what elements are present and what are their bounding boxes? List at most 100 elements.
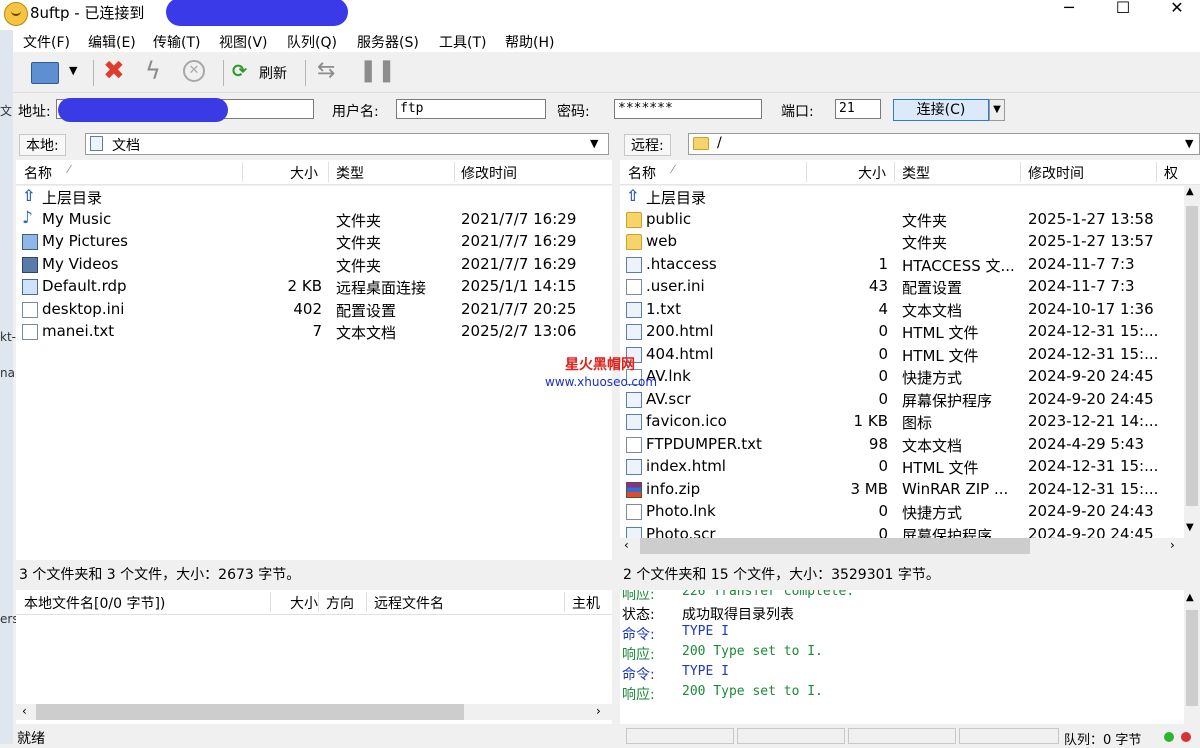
column-separator[interactable]	[318, 592, 319, 612]
remote-file-row[interactable]: 404.html 0 HTML 文件 2024-12-31 15:...	[620, 344, 1184, 366]
close-button[interactable]: ✕	[1154, 0, 1200, 30]
disconnect-icon[interactable]: ✖	[103, 56, 125, 86]
column-separator[interactable]	[1156, 162, 1157, 182]
menu-transfer[interactable]: 传输(T)	[153, 32, 200, 52]
connect-button[interactable]: 连接(C)	[893, 99, 989, 121]
dropdown-arrow-icon[interactable]: ▼	[69, 64, 77, 77]
remote-size: 43	[868, 277, 888, 295]
scroll-thumb[interactable]	[36, 704, 464, 720]
maximize-button[interactable]: ☐	[1100, 0, 1146, 30]
menu-help[interactable]: 帮助(H)	[505, 32, 554, 52]
remote-file-row[interactable]: AV.lnk 0 快捷方式 2024-9-20 24:45	[620, 366, 1184, 388]
column-separator[interactable]	[366, 592, 367, 612]
toolbar: ▼ ✖ ϟ ✕ ⟳ 刷新 ⇆ ❚❚	[13, 54, 1200, 93]
local-col-modified[interactable]: 修改时间	[461, 163, 517, 183]
scroll-up-icon[interactable]: ▲	[1186, 186, 1194, 197]
column-separator[interactable]	[564, 592, 565, 612]
local-file-row[interactable]: My Pictures 文件夹 2021/7/7 16:29	[16, 231, 612, 253]
queue-col-size[interactable]: 大小	[290, 593, 318, 613]
chevron-down-icon[interactable]: ▼	[1185, 137, 1193, 150]
menu-file[interactable]: 文件(F)	[23, 32, 70, 52]
column-separator[interactable]	[454, 162, 455, 182]
refresh-button[interactable]: 刷新	[259, 63, 287, 83]
refresh-icon[interactable]: ⟳	[232, 61, 247, 82]
file-icon	[626, 504, 642, 520]
stop-icon[interactable]: ✕	[183, 60, 205, 82]
remote-col-size[interactable]: 大小	[858, 163, 886, 183]
remote-file-row[interactable]: 1.txt 4 文本文档 2024-10-17 1:36	[620, 299, 1184, 321]
remote-file-row[interactable]: public 文件夹 2025-1-27 13:58	[620, 209, 1184, 231]
local-file-row[interactable]: desktop.ini 402 配置设置 2021/7/7 20:25	[16, 299, 612, 321]
menu-view[interactable]: 视图(V)	[219, 32, 268, 52]
remote-modified: 2024-12-31 15:...	[1028, 457, 1159, 475]
site-manager-icon[interactable]	[31, 62, 59, 84]
remote-file-row[interactable]: favicon.ico 1 KB 图标 2023-12-21 14:...	[620, 411, 1184, 433]
remote-col-name[interactable]: 名称	[628, 163, 656, 183]
remote-file-row[interactable]: AV.scr 0 屏幕保护程序 2024-9-20 24:45	[620, 389, 1184, 411]
local-file-row[interactable]: Default.rdp 2 KB 远程桌面连接 2025/1/1 14:15	[16, 276, 612, 298]
minimize-button[interactable]: ─	[1046, 0, 1092, 30]
scroll-thumb[interactable]	[1186, 610, 1198, 706]
scroll-left-icon[interactable]: ‹	[22, 704, 27, 718]
local-col-name[interactable]: 名称	[24, 163, 52, 183]
remote-file-row[interactable]: web 文件夹 2025-1-27 13:57	[620, 231, 1184, 253]
column-separator[interactable]	[806, 162, 807, 182]
remote-file-row[interactable]: FTPDUMPER.txt 98 文本文档 2024-4-29 5:43	[620, 434, 1184, 456]
remote-path-combo[interactable]: / ▼	[688, 133, 1200, 155]
column-separator[interactable]	[1020, 162, 1021, 182]
menu-server[interactable]: 服务器(S)	[357, 32, 419, 52]
menu-edit[interactable]: 编辑(E)	[88, 32, 136, 52]
sync-icon[interactable]: ⇆	[317, 58, 335, 83]
scroll-left-icon[interactable]: ‹	[624, 538, 629, 552]
remote-file-row[interactable]: Photo.scr 0 屏幕保护程序 2024-9-20 24:45	[620, 524, 1184, 538]
document-icon	[626, 301, 642, 318]
connect-dropdown-icon[interactable]: ▼	[989, 99, 1005, 121]
scroll-thumb[interactable]	[1186, 206, 1198, 506]
column-separator[interactable]	[328, 162, 329, 182]
remote-file-row[interactable]: info.zip 3 MB WinRAR ZIP ... 2024-12-31 15:…	[620, 479, 1184, 501]
column-separator[interactable]	[270, 592, 271, 612]
column-separator[interactable]	[894, 162, 895, 182]
remote-col-type[interactable]: 类型	[902, 163, 930, 183]
remote-file-row[interactable]: 200.html 0 HTML 文件 2024-12-31 15:...	[620, 321, 1184, 343]
local-path-combo[interactable]: 文档 ▼	[85, 133, 609, 155]
remote-file-row[interactable]: index.html 0 HTML 文件 2024-12-31 15:...	[620, 456, 1184, 478]
remote-name: .user.ini	[646, 277, 705, 295]
log-vscrollbar[interactable]: ▲	[1184, 590, 1200, 724]
quick-connect-icon[interactable]: ϟ	[145, 57, 161, 85]
scroll-up-icon[interactable]: ▲	[1186, 592, 1194, 603]
local-col-size[interactable]: 大小	[290, 163, 318, 183]
remote-col-modified[interactable]: 修改时间	[1028, 163, 1084, 183]
strip-text: na	[0, 366, 15, 380]
remote-file-row[interactable]: .htaccess 1 HTACCESS 文... 2024-11-7 7:3	[620, 254, 1184, 276]
password-input[interactable]: *******	[614, 99, 762, 119]
queue-col-direction[interactable]: 方向	[326, 593, 354, 613]
remote-file-row[interactable]: .user.ini 43 配置设置 2024-11-7 7:3	[620, 276, 1184, 298]
menu-tools[interactable]: 工具(T)	[439, 32, 486, 52]
local-file-row[interactable]: My Videos 文件夹 2021/7/7 16:29	[16, 254, 612, 276]
local-size: 402	[293, 299, 322, 318]
local-col-type[interactable]: 类型	[336, 163, 364, 183]
chevron-down-icon[interactable]: ▼	[590, 137, 598, 150]
local-file-row[interactable]: manei.txt 7 文本文档 2025/2/7 13:06	[16, 321, 612, 343]
remote-file-row[interactable]: ⇧ 上层目录	[620, 186, 1184, 208]
local-file-row[interactable]: ⇧ 上层目录	[16, 186, 612, 208]
scroll-thumb[interactable]	[640, 538, 1030, 554]
username-input[interactable]: ftp	[396, 99, 546, 119]
queue-col-remote[interactable]: 远程文件名	[374, 593, 444, 613]
menu-queue[interactable]: 队列(Q)	[287, 32, 337, 52]
scroll-right-icon[interactable]: ›	[596, 704, 601, 718]
log-text: 成功取得目录列表	[682, 607, 794, 623]
remote-vscrollbar[interactable]: ▲ ▼	[1184, 186, 1200, 538]
remote-hscrollbar[interactable]: ‹ ›	[620, 538, 1184, 554]
remote-file-row[interactable]: Photo.lnk 0 快捷方式 2024-9-20 24:43	[620, 501, 1184, 523]
scroll-down-icon[interactable]: ▼	[1186, 522, 1194, 533]
queue-col-host[interactable]: 主机	[572, 593, 600, 613]
queue-col-local[interactable]: 本地文件名[0/0 字节])	[24, 593, 165, 613]
local-file-row[interactable]: ♪ My Music 文件夹 2021/7/7 16:29	[16, 208, 612, 231]
scroll-right-icon[interactable]: ›	[1170, 538, 1175, 552]
pause-icon[interactable]: ❚❚	[359, 58, 396, 83]
queue-hscrollbar[interactable]: ‹ ›	[16, 704, 612, 720]
column-separator[interactable]	[242, 162, 243, 182]
port-input[interactable]: 21	[835, 99, 881, 119]
